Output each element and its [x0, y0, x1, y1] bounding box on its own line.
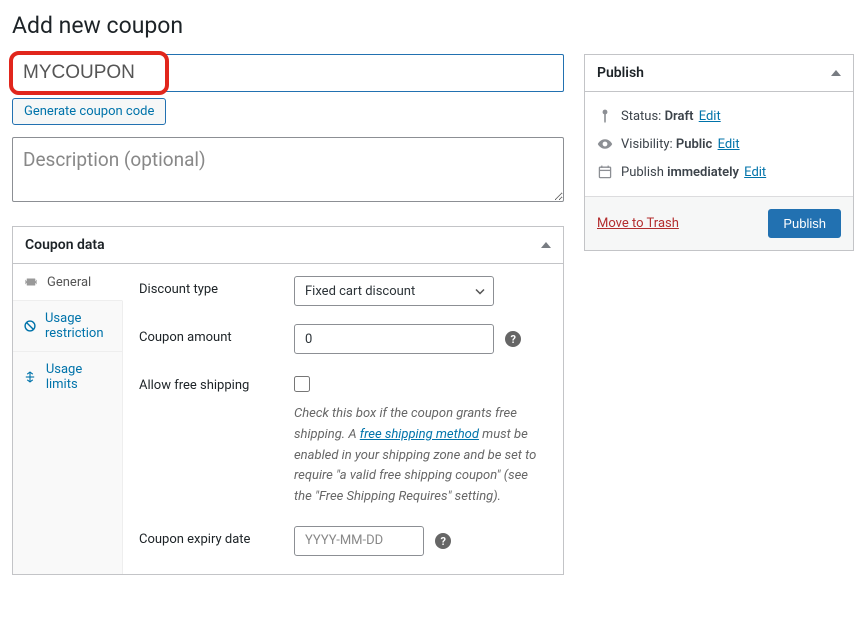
expiry-label: Coupon expiry date	[139, 526, 294, 547]
status-row: Status: Draft Edit	[597, 102, 841, 130]
tab-usage-limits[interactable]: Usage limits	[13, 352, 122, 402]
free-shipping-method-link[interactable]: free shipping method	[360, 427, 479, 442]
visibility-row: Visibility: Public Edit	[597, 130, 841, 158]
move-to-trash-link[interactable]: Move to Trash	[597, 216, 679, 231]
edit-visibility-link[interactable]: Edit	[718, 137, 740, 152]
publish-button[interactable]: Publish	[768, 209, 841, 238]
limits-icon	[23, 369, 38, 385]
collapse-icon[interactable]	[831, 70, 841, 76]
block-icon	[23, 318, 37, 334]
coupon-data-panel: Coupon data General Usage res	[12, 226, 564, 575]
edit-schedule-link[interactable]: Edit	[744, 165, 766, 180]
ticket-icon	[23, 274, 39, 290]
coupon-tabs: General Usage restriction Usage limits	[13, 264, 123, 574]
tab-usage-restriction[interactable]: Usage restriction	[13, 301, 122, 352]
publish-header[interactable]: Publish	[585, 55, 853, 92]
coupon-amount-input[interactable]	[294, 324, 494, 354]
tab-general[interactable]: General	[13, 264, 123, 301]
coupon-code-input[interactable]	[12, 54, 564, 92]
tab-usage-limits-label: Usage limits	[46, 362, 112, 392]
help-icon[interactable]: ?	[505, 331, 521, 347]
edit-status-link[interactable]: Edit	[699, 109, 721, 124]
discount-type-select[interactable]: Fixed cart discount	[294, 276, 494, 306]
description-textarea[interactable]	[12, 137, 564, 202]
free-shipping-checkbox[interactable]	[294, 376, 310, 392]
coupon-data-header[interactable]: Coupon data	[13, 227, 563, 264]
page-title: Add new coupon	[12, 12, 854, 39]
eye-icon	[597, 136, 613, 152]
free-shipping-label: Allow free shipping	[139, 372, 294, 393]
free-shipping-hint: Check this box if the coupon grants free…	[294, 404, 547, 508]
tab-usage-restriction-label: Usage restriction	[45, 311, 112, 341]
generate-coupon-code-button[interactable]: Generate coupon code	[12, 98, 166, 125]
pin-icon	[597, 108, 613, 124]
discount-type-label: Discount type	[139, 276, 294, 297]
tab-general-label: General	[47, 275, 91, 290]
calendar-icon	[597, 164, 613, 180]
coupon-amount-label: Coupon amount	[139, 324, 294, 345]
expiry-date-input[interactable]	[294, 526, 424, 556]
publish-title: Publish	[597, 65, 644, 81]
coupon-data-title: Coupon data	[25, 237, 105, 253]
publish-panel: Publish Status: Draft Edit	[584, 54, 854, 251]
collapse-icon[interactable]	[541, 242, 551, 248]
schedule-row: Publish immediately Edit	[597, 158, 841, 186]
help-icon[interactable]: ?	[435, 533, 451, 549]
